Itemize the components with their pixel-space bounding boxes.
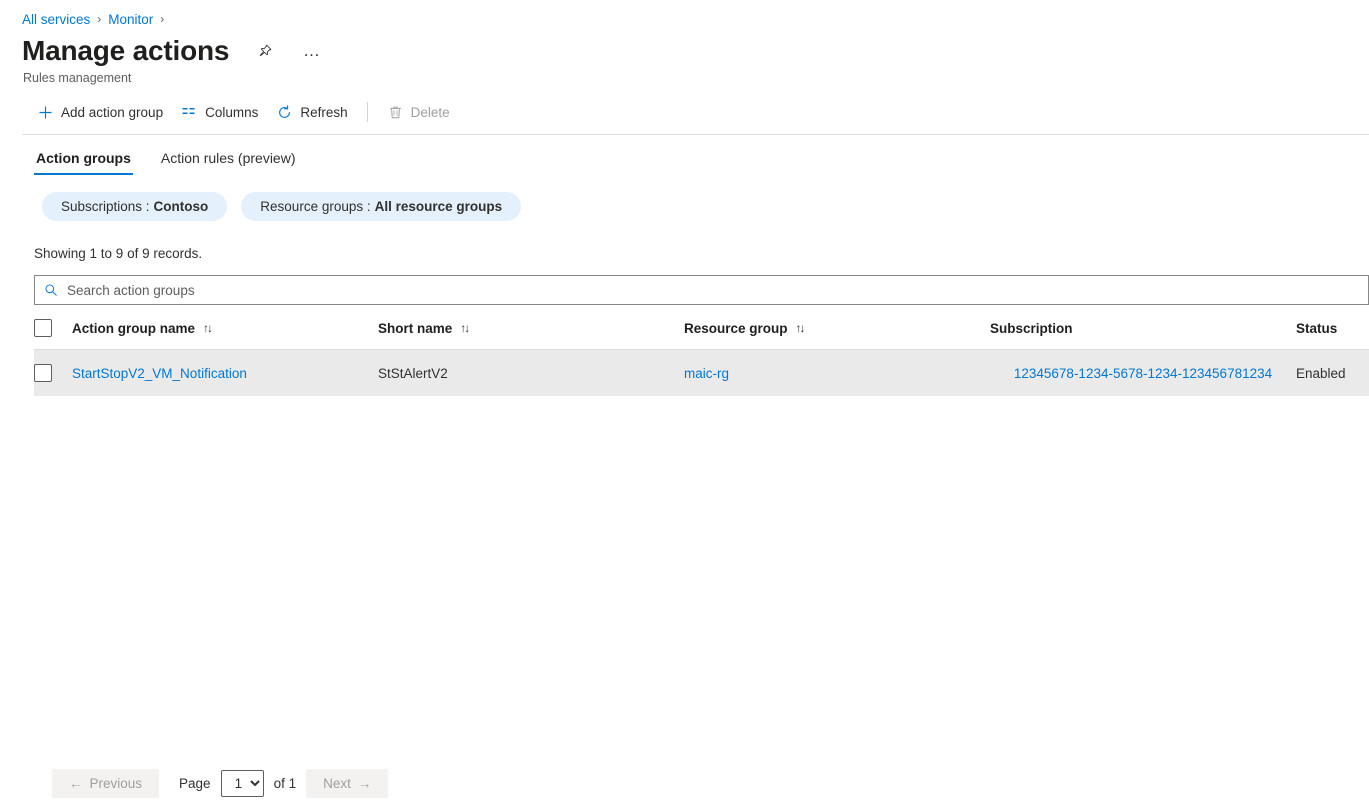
search-box[interactable] [34, 275, 1369, 305]
filter-pill-resource-groups-value: All resource groups [375, 199, 503, 214]
refresh-label: Refresh [300, 105, 347, 120]
table-body: StartStopV2_VM_Notification StStAlertV2 … [34, 350, 1369, 397]
page-header: Manage actions … [0, 28, 1369, 68]
filter-pill-subscriptions-value: Contoso [154, 199, 209, 214]
filter-pill-subscriptions[interactable]: Subscriptions : Contoso [42, 192, 227, 221]
add-action-group-button[interactable]: Add action group [28, 97, 172, 127]
breadcrumb: All services › Monitor › [0, 0, 1369, 28]
action-group-name-link[interactable]: StartStopV2_VM_Notification [72, 366, 247, 381]
column-header-subscription: Subscription [990, 305, 1296, 350]
pagination: ← Previous Page 1 of 1 Next → [52, 769, 388, 798]
sort-icon[interactable]: ↑↓ [460, 321, 468, 335]
refresh-button[interactable]: Refresh [267, 97, 356, 127]
columns-icon [181, 104, 198, 121]
table-row[interactable]: StartStopV2_VM_Notification StStAlertV2 … [34, 350, 1369, 397]
plus-icon [37, 104, 54, 121]
search-icon [43, 282, 59, 298]
right-arrow-icon: → [358, 776, 372, 791]
delete-button[interactable]: Delete [378, 97, 459, 127]
next-page-button[interactable]: Next → [306, 769, 388, 798]
filter-pills: Subscriptions : Contoso Resource groups … [0, 175, 1369, 221]
delete-label: Delete [411, 105, 450, 120]
pin-icon [257, 44, 272, 59]
breadcrumb-chevron-icon: › [97, 12, 101, 26]
table-header-row: Action group name ↑↓ Short name ↑↓ Resou… [34, 305, 1369, 350]
select-all-header [34, 305, 72, 350]
column-label-short-name: Short name [378, 321, 452, 336]
sort-icon[interactable]: ↑↓ [203, 321, 211, 335]
column-header-status: Status [1296, 305, 1369, 350]
row-checkbox[interactable] [34, 364, 52, 382]
previous-page-label: Previous [90, 776, 143, 791]
tab-list: Action groups Action rules (preview) [0, 135, 1369, 175]
column-header-resource-group[interactable]: Resource group ↑↓ [684, 305, 990, 350]
column-label-subscription: Subscription [990, 321, 1073, 336]
left-arrow-icon: ← [69, 776, 83, 791]
column-header-short-name[interactable]: Short name ↑↓ [378, 305, 684, 350]
select-all-checkbox[interactable] [34, 319, 52, 337]
filter-pill-resource-groups[interactable]: Resource groups : All resource groups [241, 192, 521, 221]
next-page-label: Next [323, 776, 351, 791]
sort-icon[interactable]: ↑↓ [796, 321, 804, 335]
cell-resource-group: maic-rg [684, 350, 990, 397]
filter-pill-resource-groups-key: Resource groups : [260, 199, 370, 214]
column-header-action-group-name[interactable]: Action group name ↑↓ [72, 305, 378, 350]
page-title: Manage actions [22, 34, 229, 68]
page-label: Page [179, 776, 211, 791]
records-count-text: Showing 1 to 9 of 9 records. [0, 221, 1369, 261]
cell-status: Enabled [1296, 350, 1369, 397]
trash-icon [387, 104, 404, 121]
page-number-select[interactable]: 1 [221, 770, 264, 797]
table-header: Action group name ↑↓ Short name ↑↓ Resou… [34, 305, 1369, 350]
column-label-status: Status [1296, 321, 1337, 336]
column-label-action-group-name: Action group name [72, 321, 195, 336]
search-input[interactable] [59, 277, 1360, 303]
refresh-icon [276, 104, 293, 121]
cell-short-name: StStAlertV2 [378, 350, 684, 397]
previous-page-button[interactable]: ← Previous [52, 769, 159, 798]
add-action-group-label: Add action group [61, 105, 163, 120]
filter-pill-subscriptions-key: Subscriptions : [61, 199, 150, 214]
row-select-cell [34, 350, 72, 397]
command-bar: Add action group Columns Refresh [0, 85, 1369, 127]
pin-button[interactable] [251, 38, 277, 64]
toolbar-divider [367, 102, 368, 122]
action-groups-table: Action group name ↑↓ Short name ↑↓ Resou… [34, 305, 1369, 396]
cell-action-group-name: StartStopV2_VM_Notification [72, 350, 378, 397]
more-options-button[interactable]: … [299, 38, 325, 64]
column-label-resource-group: Resource group [684, 321, 788, 336]
subscription-link[interactable]: 12345678-1234-5678-1234-123456781234 [1014, 366, 1272, 381]
resource-group-link[interactable]: maic-rg [684, 366, 729, 381]
breadcrumb-item-monitor[interactable]: Monitor [108, 12, 153, 27]
cell-subscription: 12345678-1234-5678-1234-123456781234 [990, 350, 1296, 397]
ellipsis-icon: … [303, 47, 322, 55]
tab-action-groups[interactable]: Action groups [34, 150, 133, 175]
columns-button[interactable]: Columns [172, 97, 267, 127]
breadcrumb-item-all-services[interactable]: All services [22, 12, 90, 27]
columns-label: Columns [205, 105, 258, 120]
page-subtitle: Rules management [0, 68, 1369, 85]
total-pages-label: of 1 [274, 776, 297, 791]
tab-action-rules-preview[interactable]: Action rules (preview) [159, 150, 298, 175]
breadcrumb-chevron-icon: › [160, 12, 164, 26]
